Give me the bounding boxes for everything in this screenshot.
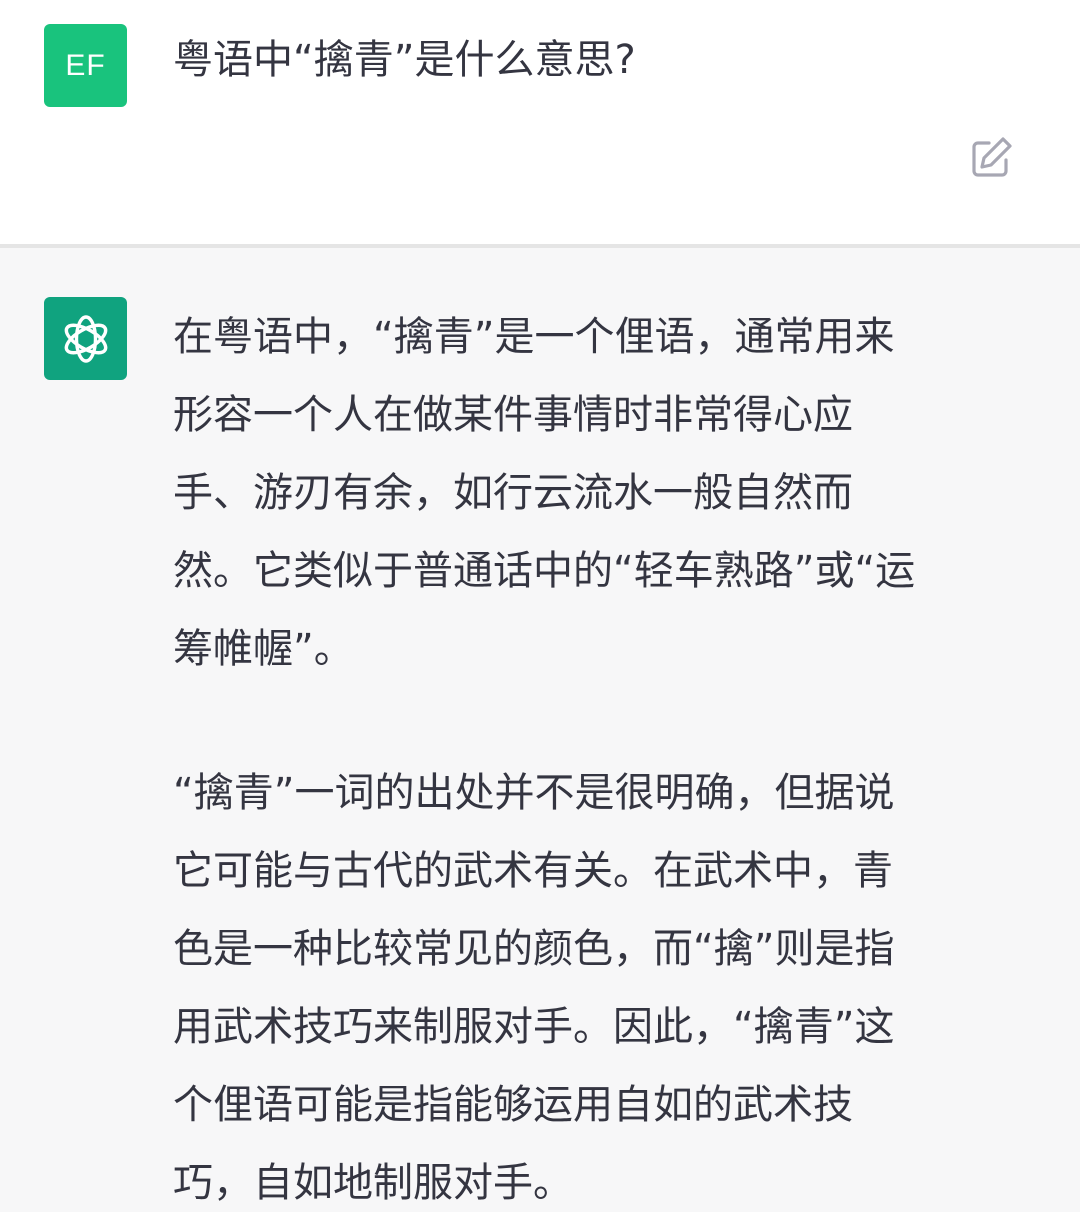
answer-paragraph-1: 在粤语中，“擒青”是一个俚语，通常用来 形容一个人在做某件事情时非常得心应 手、… — [173, 298, 1023, 688]
answer-line: 在粤语中，“擒青”是一个俚语，通常用来 — [173, 314, 895, 360]
assistant-answer: 在粤语中，“擒青”是一个俚语，通常用来 形容一个人在做某件事情时非常得心应 手、… — [173, 298, 1023, 1222]
answer-line: 用武术技巧来制服对手。因此，“擒青”这 — [173, 1004, 895, 1050]
answer-line: 筹帷幄”。 — [173, 626, 354, 672]
answer-line: “擒青”一词的出处并不是很明确，但据说 — [173, 770, 895, 816]
openai-logo-icon — [64, 314, 107, 363]
edit-icon — [972, 137, 1012, 177]
user-question-text: 粤语中“擒青”是什么意思? — [173, 37, 636, 83]
answer-paragraph-2: “擒青”一词的出处并不是很明确，但据说 它可能与古代的武术有关。在武术中，青 色… — [173, 754, 1023, 1222]
assistant-avatar — [44, 297, 127, 380]
answer-line: 它可能与古代的武术有关。在武术中，青 — [173, 848, 893, 894]
edit-message-button[interactable] — [968, 135, 1014, 181]
answer-line: 巧，自如地制服对手。 — [173, 1160, 573, 1206]
user-avatar: EF — [44, 24, 127, 107]
answer-line: 手、游刃有余，如行云流水一般自然而 — [173, 470, 853, 516]
answer-line: 色是一种比较常见的颜色，而“擒”则是指 — [173, 926, 895, 972]
answer-line: 个俚语可能是指能够运用自如的武术技 — [173, 1082, 853, 1128]
answer-line: 形容一个人在做某件事情时非常得心应 — [173, 392, 853, 438]
user-message: EF 粤语中“擒青”是什么意思? — [0, 0, 1080, 244]
user-avatar-initials: EF — [65, 48, 106, 82]
assistant-message: 在粤语中，“擒青”是一个俚语，通常用来 形容一个人在做某件事情时非常得心应 手、… — [0, 248, 1080, 1212]
answer-line: 然。它类似于普通话中的“轻车熟路”或“运 — [173, 548, 916, 594]
